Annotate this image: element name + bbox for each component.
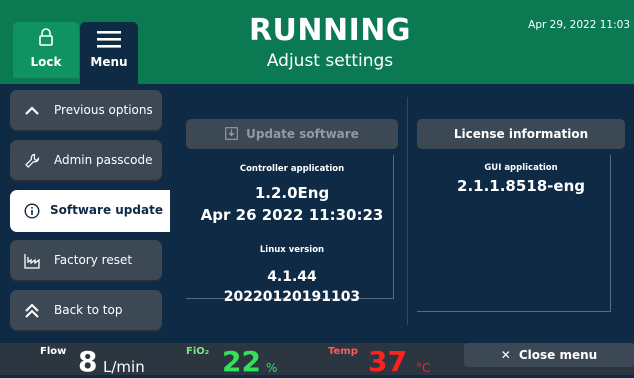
controller-caption: Controller application [239,164,345,174]
fio2-label: FiO₂ [186,346,210,357]
sidebar-item-software-update[interactable]: Software update [10,190,170,232]
gui-caption: GUI application [484,163,558,173]
sidebar: Previous options Admin passcode Software… [0,84,170,344]
linux-caption: Linux version [259,245,325,255]
menu-label: Menu [90,55,128,69]
fio2-unit: % [266,361,278,375]
download-icon [225,127,239,140]
sidebar-item-back-to-top[interactable]: Back to top [10,290,162,332]
lock-label: Lock [30,55,62,69]
info-icon [24,203,40,219]
linux-build: 20220120191103 [223,289,361,305]
menu-button[interactable]: Menu [80,22,138,84]
lock-icon [39,28,53,46]
update-software-label: Update software [246,127,359,141]
flow-value: 8 [78,345,98,378]
hamburger-icon [97,31,121,48]
update-software-button[interactable]: Update software [186,119,398,149]
controller-version: 1.2.0Eng [254,184,330,202]
temp-label: Temp [328,346,358,357]
sidebar-item-label: Back to top [54,303,123,317]
fio2-value: 22 [222,345,261,378]
double-chevron-up-icon [25,303,39,318]
temp-unit: °C [416,361,431,375]
wrench-icon [25,153,40,168]
close-menu-label: Close menu [518,348,598,362]
flow-unit: L/min [103,358,145,376]
status-title: RUNNING [248,13,412,48]
factory-icon [24,254,40,269]
license-information-button[interactable]: License information [417,119,625,149]
sidebar-item-label: Admin passcode [54,153,153,167]
flow-label: Flow [40,346,67,357]
sidebar-item-previous-options[interactable]: Previous options [10,90,162,132]
controller-build-date: Apr 26 2022 11:30:23 [200,206,384,224]
sidebar-item-label: Software update [50,203,163,217]
date-time: Apr 29, 2022 11:03 [528,19,630,31]
lock-button[interactable]: Lock [13,22,79,78]
gui-version: 2.1.1.8518-eng [457,177,585,195]
sidebar-item-label: Factory reset [54,253,133,267]
sidebar-item-admin-passcode[interactable]: Admin passcode [10,140,162,182]
linux-version: 4.1.44 [267,269,317,285]
sidebar-item-factory-reset[interactable]: Factory reset [10,240,162,282]
column-divider [407,97,408,325]
sidebar-item-label: Previous options [54,103,153,117]
close-menu-button[interactable]: ✕ Close menu [464,343,634,367]
chevron-up-icon [25,106,39,115]
close-icon: ✕ [500,348,511,362]
status-subtitle: Adjust settings [266,51,394,71]
temp-value: 37 [368,345,407,378]
